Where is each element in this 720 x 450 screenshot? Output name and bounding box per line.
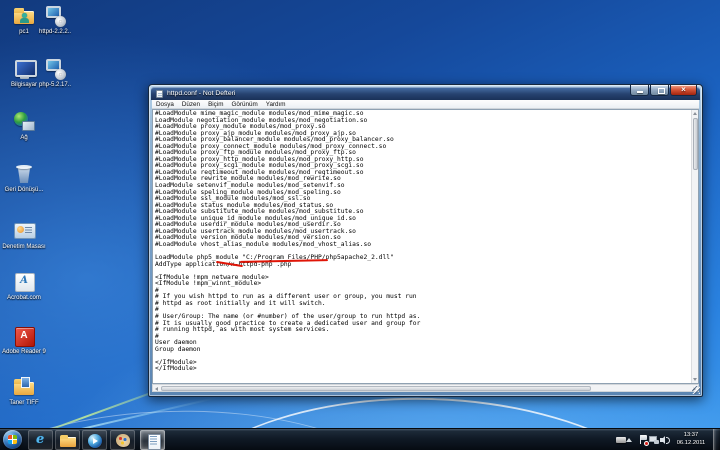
- installer-icon: [43, 4, 67, 28]
- minimize-button[interactable]: [630, 85, 649, 96]
- vertical-scrollbar[interactable]: [691, 110, 698, 383]
- scroll-up-arrow-icon[interactable]: [693, 112, 697, 115]
- taskbar-clock[interactable]: 13:37 06.12.2011: [672, 432, 710, 447]
- taskbar-windows-explorer[interactable]: [55, 430, 80, 450]
- scroll-down-arrow-icon[interactable]: [693, 378, 697, 381]
- menu-bar: Dosya Düzen Biçim Görünüm Yardım: [152, 100, 699, 109]
- scroll-left-arrow-icon[interactable]: [155, 387, 158, 391]
- window-title: httpd.conf - Not Defteri: [167, 90, 235, 97]
- desktop-icon-php-installer[interactable]: php-5.2.17..: [33, 57, 77, 89]
- action-center-flag-icon[interactable]: [638, 429, 649, 450]
- network-globe-icon: [12, 110, 36, 134]
- taskbar-internet-explorer[interactable]: [28, 430, 53, 450]
- installer-icon: [43, 57, 67, 81]
- clock-time: 13:37: [672, 432, 710, 440]
- desktop-icon-label: Geri Dönüşü...: [2, 187, 46, 194]
- windows-flag-icon: [8, 435, 17, 444]
- document-icon: [21, 377, 30, 388]
- desktop: pc1 httpd-2.2.2.. Bilgisayar php-5.2.17.…: [0, 0, 720, 450]
- taskbar-paint[interactable]: [110, 430, 135, 450]
- acrobat-icon: [12, 270, 36, 294]
- recycle-bin-icon: [12, 162, 36, 186]
- window-titlebar[interactable]: httpd.conf - Not Defteri: [151, 87, 700, 100]
- horizontal-scrollbar[interactable]: [152, 384, 699, 392]
- desktop-icon-label: httpd-2.2.2..: [33, 29, 77, 36]
- desktop-icon-label: Denetim Masası: [2, 244, 46, 251]
- menu-item-file[interactable]: Dosya: [152, 101, 178, 108]
- notepad-document-icon: [156, 90, 163, 98]
- desktop-icon-httpd-installer[interactable]: httpd-2.2.2..: [33, 4, 77, 36]
- desktop-icon-taner-tiff[interactable]: Taner TIFF: [2, 375, 46, 407]
- taskbar: 13:37 06.12.2011: [0, 428, 720, 450]
- desktop-icon-label: Adobe Reader 9: [2, 349, 46, 356]
- show-hidden-icons-arrow-icon[interactable]: [625, 429, 636, 450]
- resize-grip[interactable]: [692, 386, 700, 394]
- cd-disc-icon: [55, 16, 66, 27]
- text-editor-area[interactable]: #LoadModule mime_magic_module modules/mo…: [152, 109, 699, 384]
- adobe-reader-icon: [12, 324, 36, 348]
- horizontal-scrollbar-thumb[interactable]: [161, 386, 591, 391]
- desktop-icon-label: php-5.2.17..: [33, 82, 77, 89]
- sound-wave-icon: [666, 437, 670, 444]
- desktop-icon-control-panel[interactable]: Denetim Masası: [2, 219, 46, 251]
- list-lines-icon: [25, 227, 32, 233]
- vertical-scrollbar-thumb[interactable]: [693, 118, 698, 170]
- person-icon: [20, 18, 29, 23]
- control-panel-icon: [12, 219, 36, 243]
- desktop-icon-label: Ağ: [2, 135, 46, 142]
- menu-item-edit[interactable]: Düzen: [178, 101, 204, 108]
- menu-item-view[interactable]: Görünüm: [227, 101, 261, 108]
- desktop-icon-acrobat-com[interactable]: Acrobat.com: [2, 270, 46, 302]
- editor-text[interactable]: #LoadModule mime_magic_module modules/mo…: [155, 111, 420, 373]
- menu-item-help[interactable]: Yardım: [262, 101, 290, 108]
- network-tray-icon[interactable]: [649, 429, 660, 450]
- start-button[interactable]: [3, 430, 22, 449]
- close-button[interactable]: [670, 85, 697, 96]
- cd-disc-icon: [55, 69, 66, 80]
- desktop-icon-label: Taner TIFF: [2, 400, 46, 407]
- show-desktop-button[interactable]: [713, 429, 720, 450]
- window-controls: [629, 85, 697, 97]
- desktop-icon-recycle-bin[interactable]: Geri Dönüşü...: [2, 162, 46, 194]
- notepad-window: httpd.conf - Not Defteri Dosya Düzen Biç…: [148, 84, 703, 397]
- folder-documents-icon: [12, 375, 36, 399]
- maximize-button[interactable]: [650, 85, 669, 96]
- desktop-icon-network[interactable]: Ağ: [2, 110, 46, 142]
- menu-item-format[interactable]: Biçim: [204, 101, 227, 108]
- clock-date: 06.12.2011: [672, 440, 710, 448]
- desktop-icon-adobe-reader[interactable]: Adobe Reader 9: [2, 324, 46, 356]
- taskbar-notepad-active[interactable]: [140, 430, 165, 450]
- volume-icon[interactable]: [660, 429, 671, 450]
- desktop-icon-label: Acrobat.com: [2, 295, 46, 302]
- taskbar-media-player[interactable]: [82, 430, 107, 450]
